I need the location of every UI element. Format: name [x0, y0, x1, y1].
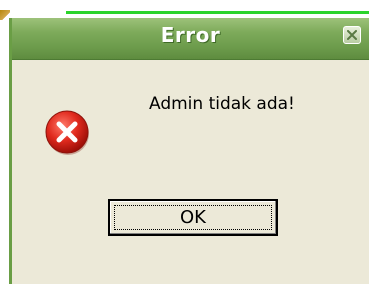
- background-window-edge: [66, 11, 369, 14]
- close-icon: [347, 30, 357, 40]
- error-icon: [45, 110, 89, 155]
- error-dialog: Error Admin tidak ada! OK: [9, 18, 369, 284]
- title-bar[interactable]: Error: [12, 18, 369, 60]
- close-button[interactable]: [343, 26, 361, 44]
- ok-button-label: OK: [180, 207, 206, 228]
- dialog-title: Error: [160, 23, 221, 47]
- error-message: Admin tidak ada!: [149, 94, 295, 114]
- dialog-content: Admin tidak ada! OK: [12, 60, 369, 284]
- ok-button[interactable]: OK: [108, 199, 278, 236]
